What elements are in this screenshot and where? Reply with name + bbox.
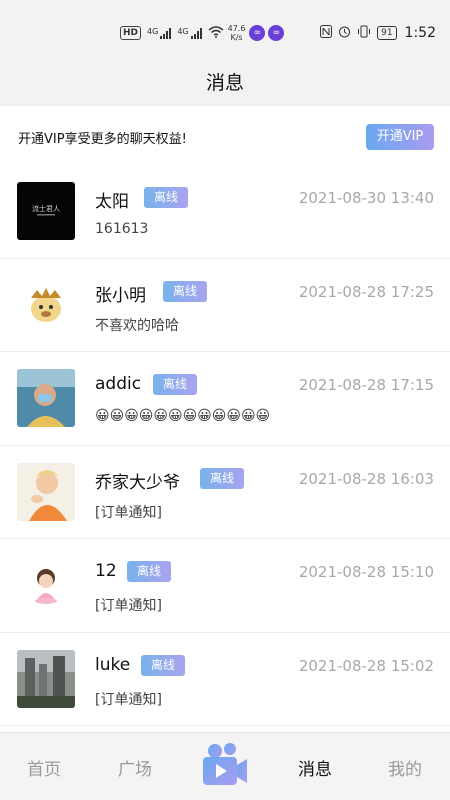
status-bar: HD 4G 4G 47.6 K/s ∞ ∞ 91 1:52: [0, 0, 450, 66]
hd-indicator: HD: [120, 26, 142, 40]
link-app-icon: ∞: [268, 25, 285, 41]
wifi-icon: [208, 25, 224, 41]
chat-list-item[interactable]: 乔家大少爷 离线 2021-08-28 16:03 [订单通知]: [0, 445, 450, 539]
message-time: 2021-08-28 15:02: [298, 656, 434, 675]
contact-name: 12: [95, 561, 117, 581]
vibrate-icon: [357, 25, 371, 41]
signal-icon: 4G: [147, 27, 172, 39]
chat-list-item[interactable]: 流士君人 太阳 离线 2021-08-30 13:40 161613: [0, 165, 450, 259]
contact-name: 乔家大少爷: [95, 472, 180, 493]
message-preview: [订单通知]: [95, 504, 162, 521]
chat-list-item[interactable]: 12 离线 2021-08-28 15:10 [订单通知]: [0, 539, 450, 633]
nfc-icon: [320, 25, 333, 41]
title-bar: 消息: [0, 62, 450, 106]
nav-mine[interactable]: 我的: [388, 755, 422, 780]
status-right: 91 1:52: [320, 25, 436, 41]
message-time: 2021-08-28 17:15: [298, 376, 434, 394]
avatar[interactable]: [17, 275, 75, 334]
message-preview: [订单通知]: [95, 598, 162, 614]
link-app-icon: ∞: [249, 25, 266, 41]
contact-name: 张小明: [95, 285, 146, 306]
alarm-icon: [338, 25, 351, 41]
open-vip-button[interactable]: 开通VIP: [366, 124, 434, 150]
bottom-nav: 首页 广场 消息 我的: [0, 732, 450, 800]
message-time: 2021-08-28 17:25: [298, 282, 434, 301]
battery-icon: 91: [377, 26, 397, 40]
message-preview: 不喜欢的哈哈: [95, 317, 179, 334]
nav-square[interactable]: 广场: [118, 755, 152, 780]
page-title: 消息: [205, 72, 244, 94]
contact-name: luke: [95, 654, 131, 675]
nav-home[interactable]: 首页: [27, 755, 61, 780]
vip-banner: 开通VIP享受更多的聊天权益! 开通VIP: [0, 116, 450, 156]
status-badge: 离线: [200, 467, 245, 489]
avatar[interactable]: [17, 556, 75, 614]
status-icons: HD 4G 4G 47.6 K/s ∞ ∞ 91 1:52: [120, 22, 436, 44]
status-badge: 离线: [141, 654, 186, 676]
signal-icon: 4G: [177, 27, 202, 39]
message-preview: [订单通知]: [95, 691, 162, 708]
avatar[interactable]: [17, 369, 75, 427]
chat-list-item[interactable]: 张小明 离线 2021-08-28 17:25 不喜欢的哈哈: [0, 258, 450, 352]
video-camera-icon[interactable]: [201, 741, 249, 789]
message-time: 2021-08-28 16:03: [298, 469, 434, 488]
avatar[interactable]: 流士君人: [17, 182, 75, 240]
clock: 1:52: [404, 25, 436, 41]
status-badge: 离线: [127, 561, 172, 582]
status-badge: 离线: [144, 187, 189, 208]
message-preview: 😀😀😀😀😀😀😀😀😀😀😀😀: [95, 408, 271, 424]
network-speed: 47.6 K/s: [227, 24, 246, 42]
avatar-logo-text: 流士君人: [32, 204, 60, 213]
contact-name: addic: [95, 374, 142, 394]
chat-list-item[interactable]: addic 离线 2021-08-28 17:15 😀😀😀😀😀😀😀😀😀😀😀😀: [0, 352, 450, 446]
nav-messages[interactable]: 消息: [298, 755, 332, 780]
avatar[interactable]: [17, 649, 75, 708]
contact-name: 太阳: [95, 192, 129, 212]
status-badge: 离线: [153, 374, 198, 395]
status-badge: 离线: [163, 280, 208, 302]
chat-list-item[interactable]: luke 离线 2021-08-28 15:02 [订单通知]: [0, 632, 450, 726]
vip-promo-text: 开通VIP享受更多的聊天权益!: [18, 132, 187, 147]
message-time: 2021-08-30 13:40: [298, 189, 434, 207]
chat-list: 流士君人 太阳 离线 2021-08-30 13:40 161613 张小明 离…: [0, 165, 450, 726]
message-preview: 161613: [95, 221, 149, 237]
message-time: 2021-08-28 15:10: [298, 563, 434, 581]
avatar[interactable]: [17, 462, 75, 521]
